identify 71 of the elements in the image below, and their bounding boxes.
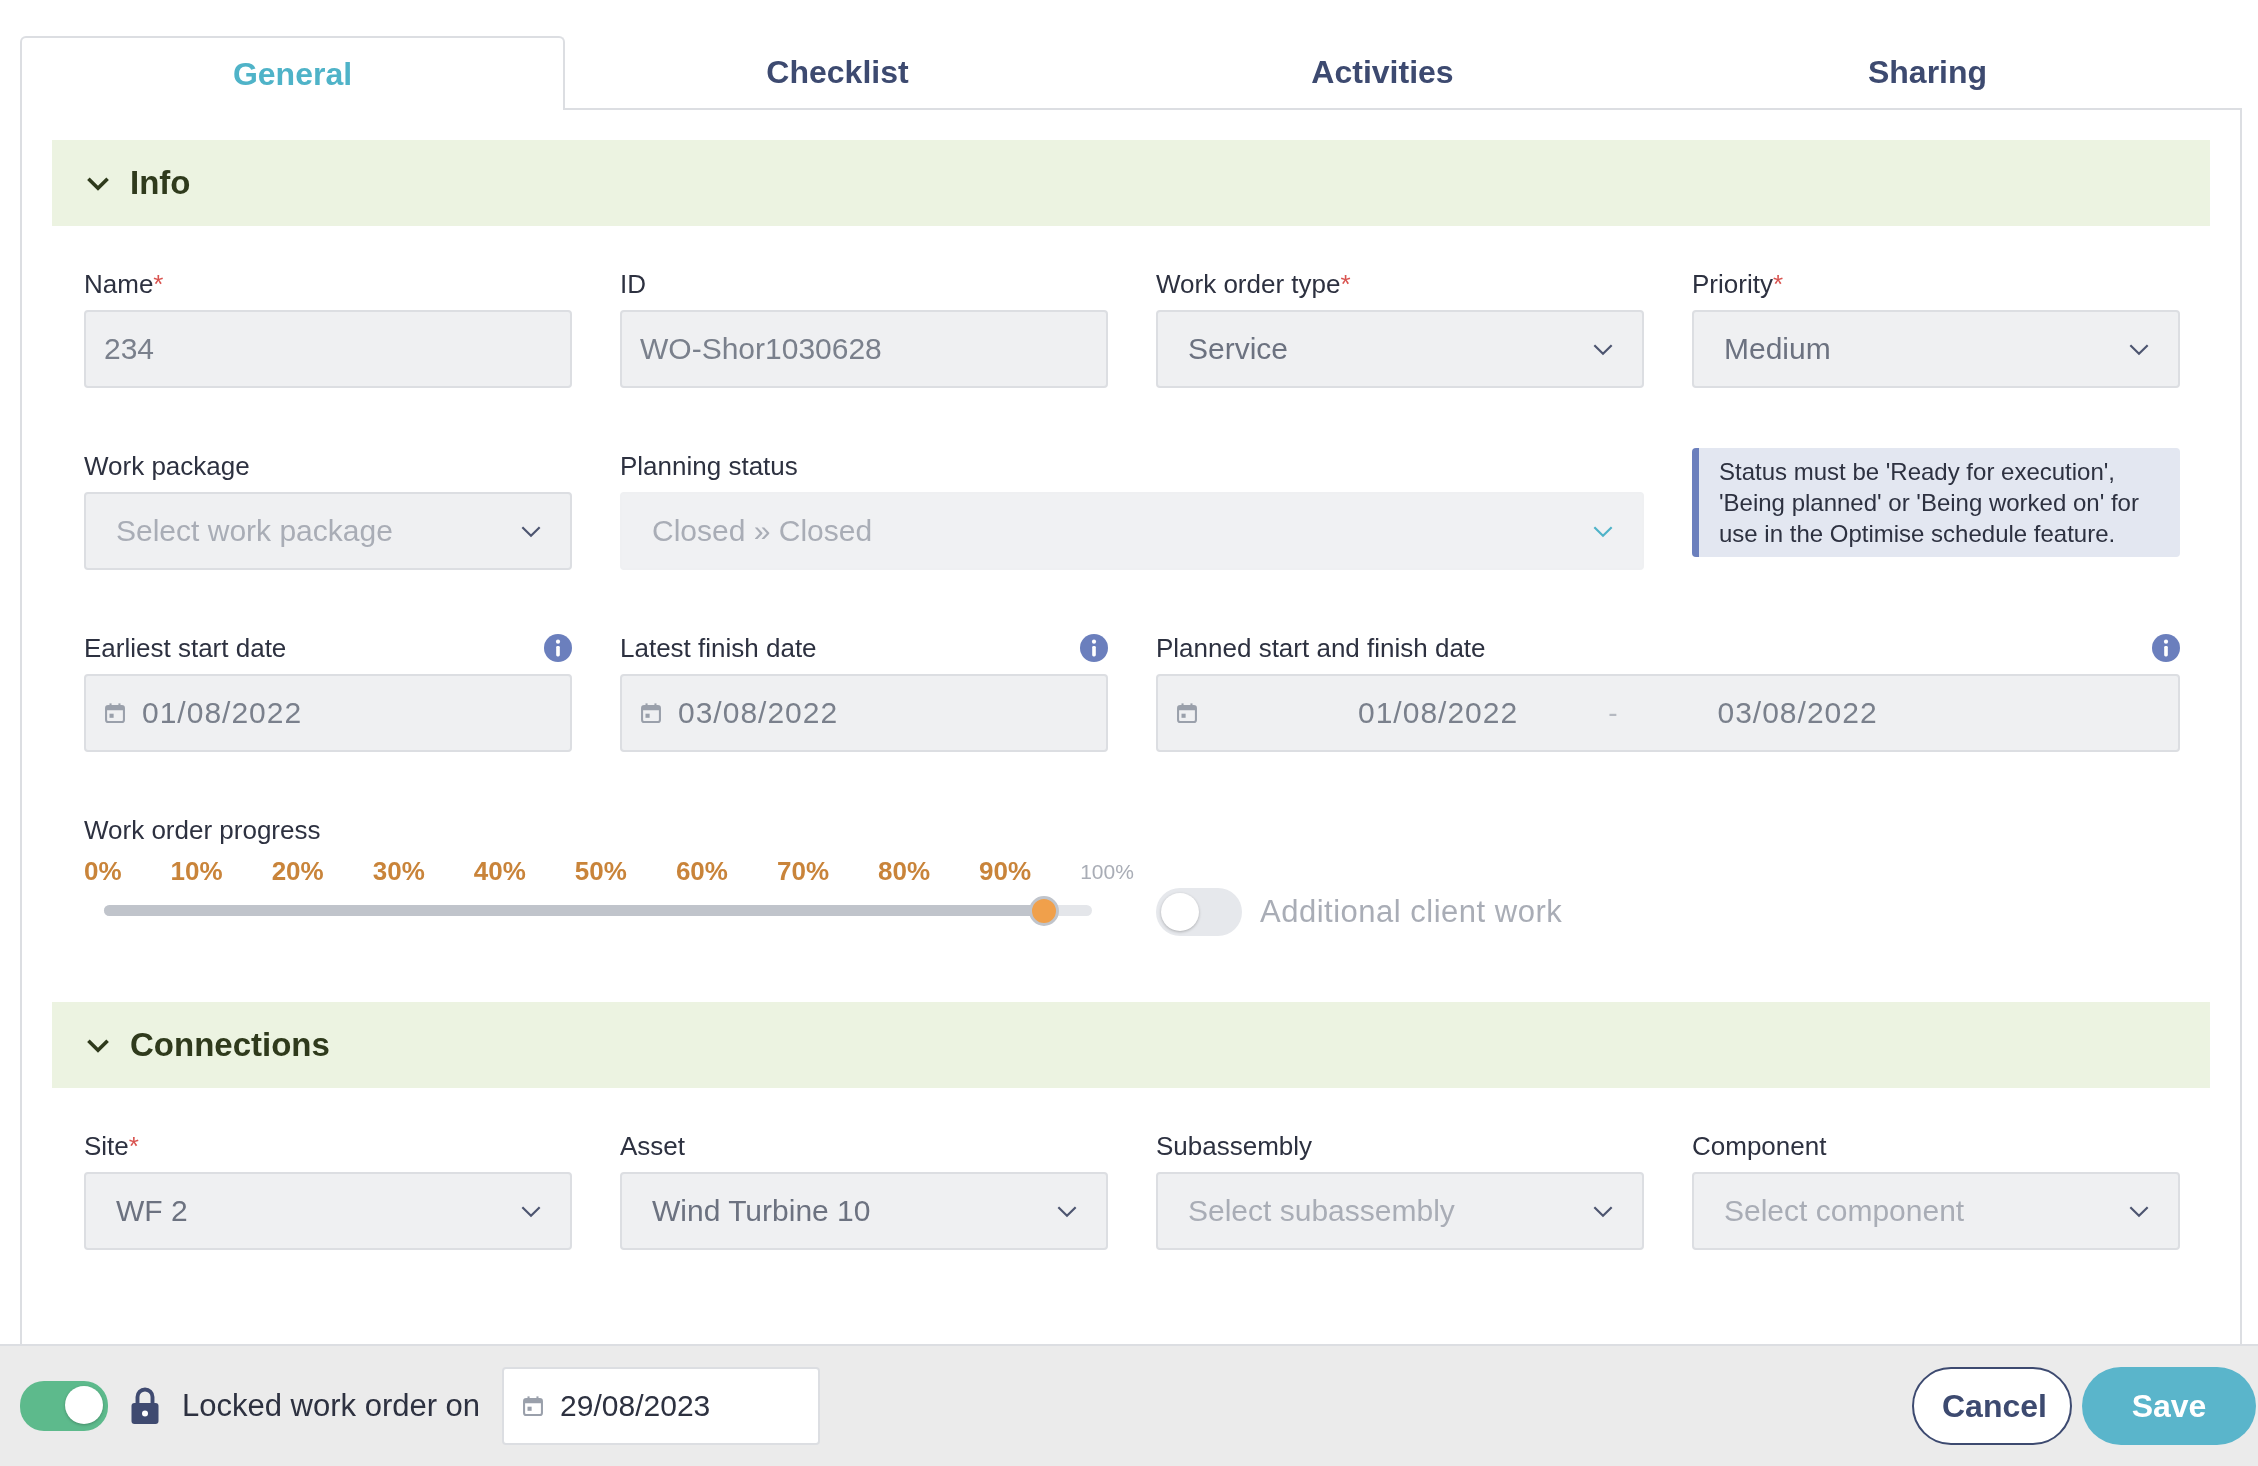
dropdown-field[interactable]: Service xyxy=(1156,310,1644,388)
text-field[interactable]: 234 xyxy=(84,310,572,388)
calendar-icon xyxy=(522,1395,545,1417)
chevron-down-icon xyxy=(2128,1204,2150,1218)
section-header[interactable]: Info xyxy=(52,140,2210,226)
range-separator: - xyxy=(1608,697,1618,729)
toggle-switch[interactable] xyxy=(1156,888,1242,936)
text-field[interactable]: WO-Shor1030628 xyxy=(620,310,1108,388)
lock-icon xyxy=(130,1386,160,1426)
section-header[interactable]: Connections xyxy=(52,1002,2210,1088)
save-button[interactable]: Save xyxy=(2082,1367,2256,1445)
field-label: Work order type* xyxy=(1156,268,1351,300)
field-label: Subassembly xyxy=(1156,1130,1313,1162)
field-label: Planning status xyxy=(620,450,798,482)
info-icon[interactable] xyxy=(2152,634,2180,662)
field-label: ID xyxy=(620,268,646,300)
dropdown-field[interactable]: Select subassembly xyxy=(1156,1172,1644,1250)
progress-tick-label[interactable]: 90% xyxy=(979,856,1032,887)
dropdown-field[interactable]: WF 2 xyxy=(84,1172,572,1250)
chevron-down-icon xyxy=(520,1204,542,1218)
progress-tick-label[interactable]: 80% xyxy=(878,856,931,887)
lock-label: Locked work order on xyxy=(182,1388,481,1424)
date-field[interactable]: 03/08/2022 xyxy=(620,674,1108,752)
field-label: Work order progress xyxy=(84,814,321,846)
chevron-down-icon xyxy=(2128,342,2150,356)
chevron-down-icon xyxy=(86,175,110,191)
cancel-button[interactable]: Cancel xyxy=(1912,1367,2072,1445)
section-title: Info xyxy=(130,164,191,202)
chevron-down-icon xyxy=(86,1037,110,1053)
field-label: Latest finish date xyxy=(620,632,817,664)
field-label: Asset xyxy=(620,1130,686,1162)
info-icon[interactable] xyxy=(544,634,572,662)
dropdown-field[interactable]: Select component xyxy=(1692,1172,2180,1250)
progress-tick-label[interactable]: 20% xyxy=(271,856,324,887)
field-label: Priority* xyxy=(1692,268,1784,300)
date-field[interactable]: 29/08/2023 xyxy=(502,1367,821,1445)
dropdown-field[interactable]: Wind Turbine 10 xyxy=(620,1172,1108,1250)
progress-tick-label[interactable]: 60% xyxy=(675,856,728,887)
field-label: Work package xyxy=(84,450,250,482)
progress-tick-label[interactable]: 30% xyxy=(372,856,425,887)
dropdown-field[interactable]: Select work package xyxy=(84,492,572,570)
date-field[interactable]: 01/08/2022 xyxy=(84,674,572,752)
field-label: Site* xyxy=(84,1130,139,1162)
chevron-down-icon xyxy=(520,524,542,538)
progress-tick-label[interactable]: 70% xyxy=(776,856,829,887)
section-title: Connections xyxy=(130,1026,330,1064)
field-label: Name* xyxy=(84,268,164,300)
toggle-switch[interactable] xyxy=(20,1381,108,1431)
date-range-field[interactable]: 01/08/2022 - 03/08/2022 xyxy=(1156,674,2180,752)
info-icon[interactable] xyxy=(1080,634,1108,662)
field-label: Earliest start date xyxy=(84,632,287,664)
calendar-icon xyxy=(1176,702,1198,724)
chevron-down-icon xyxy=(1592,524,1614,538)
end-date: 03/08/2022 xyxy=(1717,696,1878,730)
progress-tick-label[interactable]: 10% xyxy=(170,856,223,887)
field-label: Planned start and finish date xyxy=(1156,632,1486,664)
progress-tick-label[interactable]: 0% xyxy=(84,856,122,887)
tab[interactable]: General xyxy=(20,36,565,110)
start-date: 01/08/2022 xyxy=(1358,696,1519,730)
progress-tick-label[interactable]: 40% xyxy=(473,856,526,887)
chevron-down-icon xyxy=(1592,1204,1614,1218)
chevron-down-icon xyxy=(1592,342,1614,356)
toggle-label: Additional client work xyxy=(1260,894,1563,930)
progress-tick-label[interactable]: 100% xyxy=(1080,856,1134,887)
info-note: Status must be 'Ready for execution', 'Being planned' or 'Being worked on' for use in the Optimise schedule feature. xyxy=(1692,448,2180,557)
calendar-icon xyxy=(640,702,662,724)
dropdown-field[interactable]: Medium xyxy=(1692,310,2180,388)
calendar-icon xyxy=(104,702,126,724)
field-label: Component xyxy=(1692,1130,1827,1162)
progress-tick-label[interactable]: 50% xyxy=(574,856,627,887)
chevron-down-icon xyxy=(1056,1204,1078,1218)
